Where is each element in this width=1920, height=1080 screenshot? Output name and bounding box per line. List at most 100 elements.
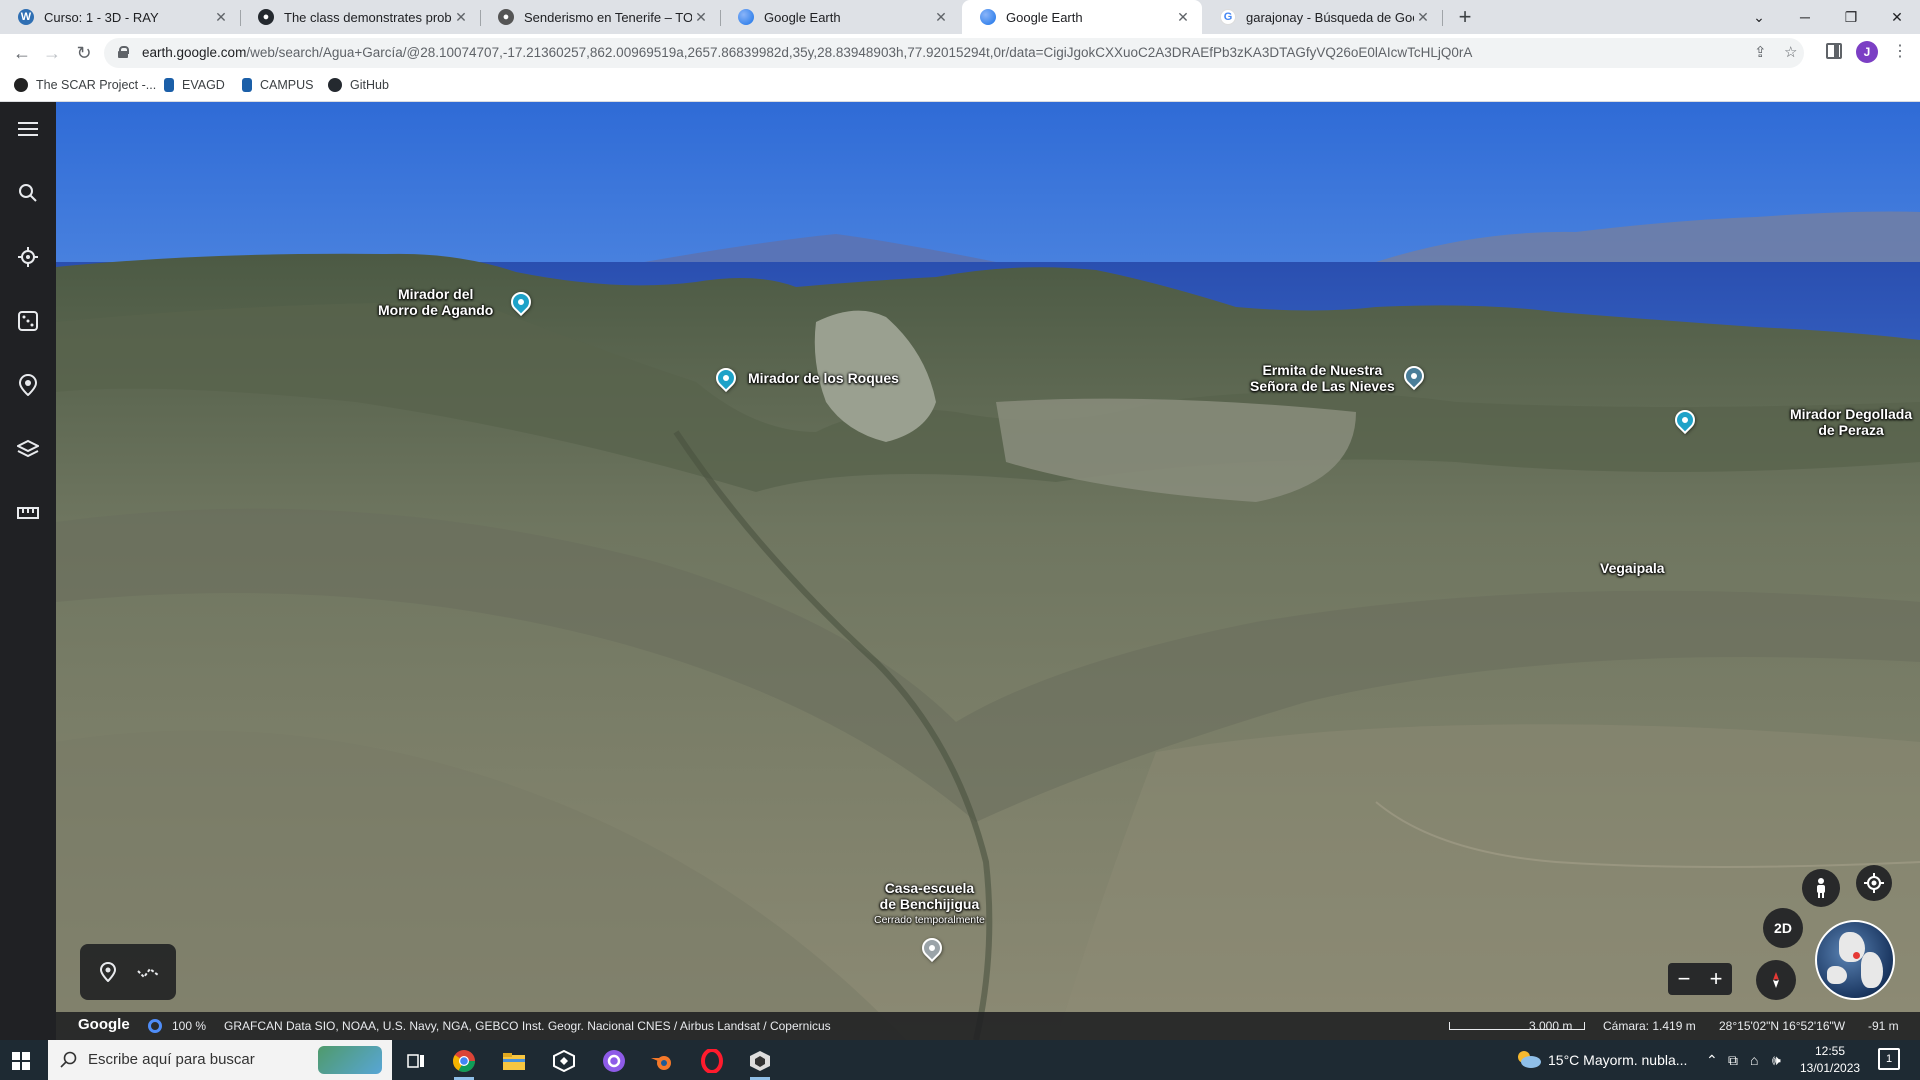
bookmark-github[interactable]: GitHub bbox=[328, 78, 389, 92]
compass-icon[interactable] bbox=[1756, 960, 1796, 1000]
tab-search-chevron-icon[interactable]: ⌄ bbox=[1736, 0, 1782, 34]
file-explorer-icon[interactable] bbox=[496, 1046, 532, 1076]
close-tab-icon[interactable]: ✕ bbox=[1414, 9, 1432, 26]
lock-icon[interactable] bbox=[118, 46, 129, 58]
earth-status-bar: Google 100 % GRAFCAN Data SIO, NOAA, U.S… bbox=[56, 1012, 1920, 1040]
new-tab-button[interactable]: + bbox=[1452, 4, 1478, 30]
draw-path-icon[interactable] bbox=[136, 960, 160, 984]
tab-github-class[interactable]: ● The class demonstrates probably ✕ bbox=[240, 0, 481, 34]
close-tab-icon[interactable]: ✕ bbox=[692, 9, 710, 26]
google-logo: Google bbox=[78, 1016, 130, 1033]
forward-arrow-icon[interactable]: → bbox=[38, 39, 66, 67]
tab-garajonay-search[interactable]: G garajonay - Búsqueda de Google ✕ bbox=[1202, 0, 1443, 34]
bookmark-scar[interactable]: The SCAR Project -... bbox=[14, 78, 156, 92]
web-icon: ● bbox=[498, 9, 514, 25]
bookmark-evagd[interactable]: EVAGD bbox=[164, 78, 225, 92]
my-location-icon[interactable] bbox=[1856, 865, 1892, 901]
close-tab-icon[interactable]: ✕ bbox=[1174, 9, 1192, 26]
place-status-closed: Cerrado temporalmente bbox=[874, 914, 985, 926]
ground-elevation: -91 m bbox=[1868, 1019, 1899, 1033]
tab-senderismo[interactable]: ● Senderismo en Tenerife – TOP 15 ✕ bbox=[480, 0, 721, 34]
minimize-button[interactable]: ─ bbox=[1782, 0, 1828, 34]
globe-minimap[interactable] bbox=[1815, 920, 1895, 1000]
tab-google-earth-1[interactable]: Google Earth ✕ bbox=[720, 0, 960, 34]
github-desktop-icon[interactable] bbox=[596, 1046, 632, 1076]
hamburger-menu-icon[interactable] bbox=[13, 114, 43, 144]
opera-icon[interactable] bbox=[694, 1046, 730, 1076]
more-menu-icon[interactable]: ⋮ bbox=[1890, 41, 1910, 63]
toggle-2d-button[interactable]: 2D bbox=[1763, 908, 1803, 948]
network-icon[interactable]: ⌂ bbox=[1750, 1052, 1758, 1068]
voyager-icon[interactable] bbox=[13, 242, 43, 272]
add-placemark-icon[interactable] bbox=[96, 960, 120, 984]
tray-chevron-up-icon[interactable]: ⌃ bbox=[1706, 1052, 1718, 1069]
address-bar[interactable]: earth.google.com/web/search/Agua+García/… bbox=[104, 38, 1804, 68]
drawing-tools bbox=[80, 944, 176, 1000]
taskbar-search-box[interactable]: Escribe aquí para buscar bbox=[48, 1040, 392, 1080]
bookmark-campus[interactable]: CAMPUS bbox=[242, 78, 313, 92]
zoom-in-button[interactable]: + bbox=[1700, 963, 1732, 995]
place-label-mirador-roques[interactable]: Mirador de los Roques bbox=[748, 370, 899, 386]
earth-sidebar bbox=[0, 102, 56, 1040]
tab-title: Curso: 1 - 3D - RAY bbox=[44, 9, 159, 25]
place-label-ermita-nieves[interactable]: Ermita de Nuestra Señora de Las Nieves bbox=[1250, 362, 1395, 394]
bookmark-label: CAMPUS bbox=[260, 78, 314, 92]
close-tab-icon[interactable]: ✕ bbox=[932, 9, 950, 26]
globe-location-dot bbox=[1853, 952, 1860, 959]
render-progress: 100 % bbox=[172, 1019, 207, 1033]
pegman-street-view-icon[interactable] bbox=[1802, 869, 1840, 907]
place-label-casa-escuela[interactable]: Casa-escuela de Benchijigua Cerrado temp… bbox=[874, 880, 985, 928]
github-icon: ● bbox=[258, 9, 274, 25]
google-icon: G bbox=[1220, 9, 1236, 25]
place-label-mirador-agando[interactable]: Mirador del Morro de Agando bbox=[378, 286, 493, 318]
zoom-out-button[interactable]: − bbox=[1668, 963, 1700, 995]
restore-button[interactable]: ❐ bbox=[1828, 0, 1874, 34]
google-earth-viewport: Mirador del Morro de Agando Mirador de l… bbox=[0, 102, 1920, 1040]
place-label-line: Mirador del bbox=[397, 286, 474, 302]
clock[interactable]: 12:55 13/01/2023 bbox=[1800, 1043, 1860, 1077]
side-panel-icon[interactable] bbox=[1826, 43, 1842, 59]
imagery-credits[interactable]: GRAFCAN Data SIO, NOAA, U.S. Navy, NGA, … bbox=[224, 1019, 831, 1033]
volume-icon[interactable]: 🕪 bbox=[1772, 1052, 1781, 1069]
unity-icon[interactable] bbox=[546, 1046, 582, 1076]
weather-cloud-icon[interactable] bbox=[1516, 1049, 1542, 1072]
back-arrow-icon[interactable]: ← bbox=[8, 39, 36, 67]
tab-title: Senderismo en Tenerife – TOP 15 bbox=[524, 9, 692, 25]
close-window-button[interactable]: ✕ bbox=[1874, 0, 1920, 34]
feeling-lucky-dice-icon[interactable] bbox=[13, 306, 43, 336]
google-earth-icon bbox=[980, 9, 996, 25]
weather-text[interactable]: 15°C Mayorm. nubla... bbox=[1548, 1052, 1687, 1068]
notifications-icon[interactable]: 1 bbox=[1878, 1048, 1900, 1070]
tab-title: Google Earth bbox=[764, 9, 841, 25]
unity-hub-icon[interactable] bbox=[742, 1046, 778, 1080]
share-icon[interactable]: ⇪ bbox=[1754, 43, 1767, 61]
place-label-mirador-degollada[interactable]: Mirador Degollada de Peraza bbox=[1790, 406, 1912, 438]
close-tab-icon[interactable]: ✕ bbox=[212, 9, 230, 26]
projects-pin-icon[interactable] bbox=[13, 370, 43, 400]
task-view-icon[interactable] bbox=[398, 1046, 434, 1076]
tab-title: garajonay - Búsqueda de Google bbox=[1246, 9, 1414, 25]
place-label-vegaipala[interactable]: Vegaipala bbox=[1600, 560, 1665, 576]
google-earth-icon bbox=[738, 9, 754, 25]
reload-icon[interactable]: ↻ bbox=[70, 39, 98, 67]
search-icon[interactable] bbox=[13, 178, 43, 208]
profile-avatar[interactable]: J bbox=[1856, 41, 1878, 63]
search-icon bbox=[60, 1051, 77, 1068]
meet-now-icon[interactable]: ⧉ bbox=[1728, 1052, 1738, 1069]
blender-icon[interactable] bbox=[644, 1046, 680, 1076]
bookmarks-bar: The SCAR Project -... EVAGD CAMPUS GitHu… bbox=[0, 72, 1920, 102]
tab-curso[interactable]: W Curso: 1 - 3D - RAY ✕ bbox=[0, 0, 241, 34]
url-text[interactable]: earth.google.com/web/search/Agua+García/… bbox=[142, 45, 1742, 60]
evagd-icon bbox=[164, 78, 174, 92]
clock-date: 13/01/2023 bbox=[1800, 1061, 1861, 1075]
bookmark-label: GitHub bbox=[350, 78, 389, 92]
map-style-layers-icon[interactable] bbox=[13, 434, 43, 464]
bookmark-star-icon[interactable]: ☆ bbox=[1784, 43, 1797, 61]
tab-google-earth-active[interactable]: Google Earth ✕ bbox=[962, 0, 1202, 34]
camera-altitude: Cámara: 1.419 m bbox=[1603, 1019, 1696, 1033]
search-highlight-image-icon bbox=[318, 1046, 382, 1074]
windows-start-icon[interactable] bbox=[12, 1052, 30, 1070]
measure-ruler-icon[interactable] bbox=[13, 498, 43, 528]
chrome-taskbar-icon[interactable] bbox=[446, 1046, 482, 1080]
close-tab-icon[interactable]: ✕ bbox=[452, 9, 470, 26]
